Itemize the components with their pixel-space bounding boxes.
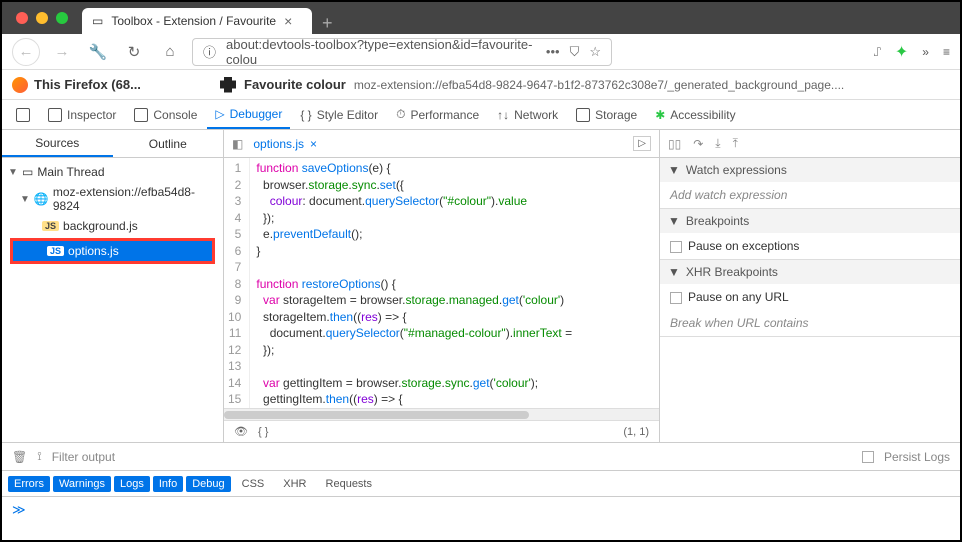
editor-status-bar: 👁 { } (1, 1) (224, 420, 659, 442)
tab-icon: ▭ (92, 14, 103, 28)
tab-performance[interactable]: ⏱Performance (388, 100, 487, 129)
tab-console[interactable]: Console (126, 100, 205, 129)
console-filter-tags: Errors Warnings Logs Info Debug CSS XHR … (2, 471, 960, 497)
file-tab-options-js[interactable]: options.js× (253, 137, 317, 151)
thread-row[interactable]: ▼▭ Main Thread (2, 162, 223, 182)
puzzle-icon (220, 77, 236, 93)
this-firefox-label[interactable]: This Firefox (68... (34, 77, 141, 92)
code-content: function saveOptions(e) { browser.storag… (250, 158, 578, 408)
filter-logs[interactable]: Logs (114, 476, 150, 492)
tab-storage[interactable]: Storage (568, 100, 645, 129)
xhr-breakpoints-header[interactable]: ▼XHR Breakpoints (660, 260, 960, 284)
info-icon: ⓘ (203, 42, 216, 61)
file-background-js[interactable]: JSbackground.js (2, 216, 223, 236)
tab-inspector[interactable]: Inspector (40, 100, 124, 129)
tab-debugger[interactable]: ▷Debugger (207, 100, 290, 129)
debugger-main: Sources Outline ▼▭ Main Thread ▼🌐 moz-ex… (2, 130, 960, 442)
bookmark-star-icon[interactable]: ☆ (589, 44, 601, 60)
tab-network[interactable]: ↑↓Network (489, 100, 566, 129)
traffic-lights (16, 12, 68, 24)
watch-icon[interactable]: 👁 (234, 425, 248, 438)
url-bar[interactable]: ⓘ about:devtools-toolbox?type=extension&… (192, 38, 612, 66)
console-input[interactable]: ≫ (2, 497, 960, 523)
breakpoints-header[interactable]: ▼Breakpoints (660, 209, 960, 233)
clear-console-button[interactable]: 🗑 (12, 450, 27, 464)
url-text: about:devtools-toolbox?type=extension&id… (226, 37, 536, 67)
braces-icon[interactable]: { } (258, 426, 268, 438)
browser-tab[interactable]: ▭ Toolbox - Extension / Favourite × (82, 8, 312, 34)
editor-column: ◧ options.js× ▷ 123456789101112131415161… (224, 130, 660, 442)
extension-bar: This Firefox (68... Favourite colour moz… (2, 70, 960, 100)
close-window-button[interactable] (16, 12, 28, 24)
home-button[interactable]: ⌂ (156, 38, 184, 66)
window-titlebar: ▭ Toolbox - Extension / Favourite × + (2, 2, 960, 34)
shield-icon[interactable]: ⛉ (570, 44, 580, 60)
more-icon[interactable]: ••• (546, 44, 560, 60)
filter-input[interactable]: Filter output (52, 450, 115, 464)
tab-style-editor[interactable]: { }Style Editor (292, 100, 386, 129)
watch-expressions-header[interactable]: ▼Watch expressions (660, 158, 960, 182)
pause-any-url-checkbox[interactable] (670, 292, 682, 304)
filter-errors[interactable]: Errors (8, 476, 50, 492)
step-out-button[interactable]: ⤒ (733, 136, 738, 151)
file-options-js[interactable]: JSoptions.js (13, 241, 212, 261)
line-gutter: 123456789101112131415161718 (224, 158, 250, 408)
extension-name: Favourite colour (244, 77, 346, 92)
overflow-icon[interactable]: » (922, 45, 929, 59)
pause-button[interactable]: ▯▯ (668, 137, 681, 151)
back-button[interactable]: ← (12, 38, 40, 66)
sources-tab[interactable]: Sources (2, 130, 113, 157)
pause-exceptions-checkbox[interactable] (670, 241, 682, 253)
devtools-button[interactable]: 🔧 (84, 38, 112, 66)
library-icon[interactable]: ⑀ (874, 45, 881, 59)
code-editor[interactable]: 123456789101112131415161718 function sav… (224, 158, 659, 408)
devtools-tabs: Inspector Console ▷Debugger { }Style Edi… (2, 100, 960, 130)
new-tab-button[interactable]: + (312, 13, 343, 34)
filter-icon: ⟟ (37, 449, 41, 464)
extensions-icon[interactable]: ✦ (895, 42, 908, 62)
filter-debug[interactable]: Debug (186, 476, 230, 492)
filter-xhr[interactable]: XHR (275, 476, 314, 492)
run-button[interactable]: ▷ (633, 136, 651, 151)
step-in-button[interactable]: ⤓ (715, 136, 720, 151)
debug-controls: ▯▯ ↷ ⤓ ⤒ (660, 130, 960, 158)
tab-accessibility[interactable]: ✱Accessibility (647, 100, 743, 129)
filter-warnings[interactable]: Warnings (53, 476, 111, 492)
console-panel: 🗑 ⟟ Filter output Persist Logs Errors Wa… (2, 442, 960, 523)
persist-logs-checkbox[interactable] (862, 451, 874, 463)
outline-tab[interactable]: Outline (113, 130, 224, 157)
origin-row[interactable]: ▼🌐 moz-extension://efba54d8-9824 (2, 182, 223, 216)
filter-css[interactable]: CSS (234, 476, 273, 492)
forward-button[interactable]: → (48, 38, 76, 66)
reload-button[interactable]: ↻ (120, 38, 148, 66)
filter-info[interactable]: Info (153, 476, 183, 492)
menu-icon[interactable]: ≡ (943, 45, 950, 59)
zoom-window-button[interactable] (56, 12, 68, 24)
minimize-window-button[interactable] (36, 12, 48, 24)
cursor-position: (1, 1) (623, 426, 649, 438)
close-tab-button[interactable]: × (284, 13, 292, 29)
iframe-picker-button[interactable] (8, 100, 38, 129)
highlight-box: JSoptions.js (10, 238, 215, 264)
filter-requests[interactable]: Requests (318, 476, 380, 492)
xhr-url-input[interactable]: Break when URL contains (670, 316, 809, 330)
firefox-icon (12, 77, 28, 93)
toggle-sidebar-button[interactable]: ◧ (232, 137, 243, 151)
extension-url: moz-extension://efba54d8-9824-9647-b1f2-… (354, 78, 844, 92)
horizontal-scrollbar[interactable] (224, 408, 659, 420)
close-file-icon[interactable]: × (310, 137, 317, 151)
tab-title: Toolbox - Extension / Favourite (111, 14, 276, 28)
step-over-button[interactable]: ↷ (693, 137, 703, 151)
add-watch-input[interactable]: Add watch expression (670, 188, 787, 202)
debugger-right-pane: ▯▯ ↷ ⤓ ⤒ ▼Watch expressions Add watch ex… (660, 130, 960, 442)
sources-sidebar: Sources Outline ▼▭ Main Thread ▼🌐 moz-ex… (2, 130, 224, 442)
navigation-toolbar: ← → 🔧 ↻ ⌂ ⓘ about:devtools-toolbox?type=… (2, 34, 960, 70)
